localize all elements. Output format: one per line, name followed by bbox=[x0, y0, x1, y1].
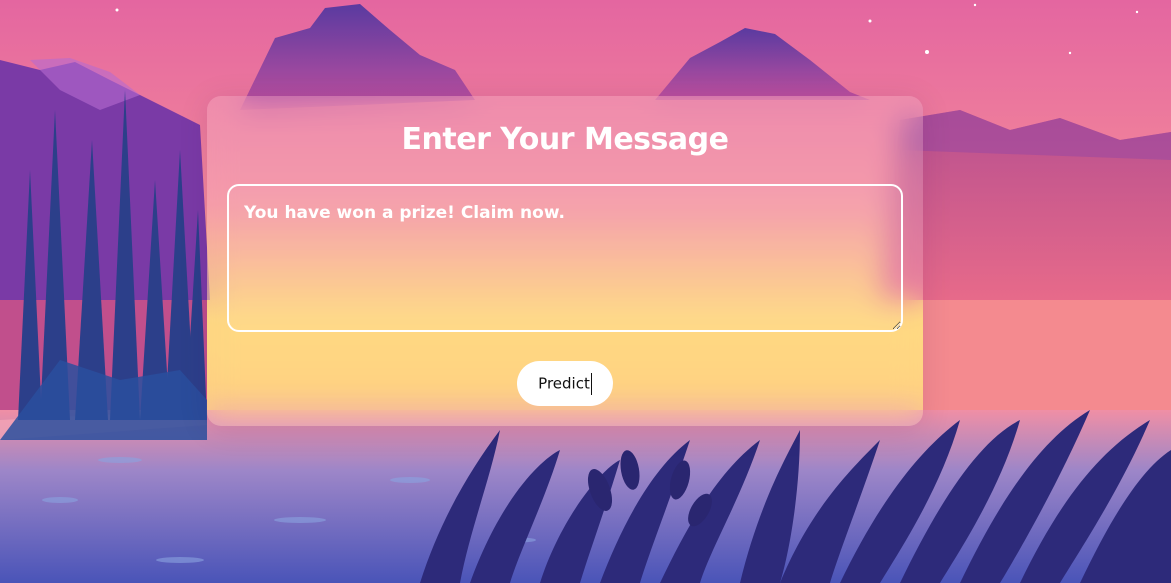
predict-button-label: Predict bbox=[538, 374, 590, 392]
message-input[interactable]: You have won a prize! Claim now. bbox=[227, 184, 903, 332]
page-title: Enter Your Message bbox=[401, 122, 729, 157]
predict-button[interactable]: Predict bbox=[517, 361, 613, 406]
text-cursor-icon bbox=[590, 372, 592, 395]
